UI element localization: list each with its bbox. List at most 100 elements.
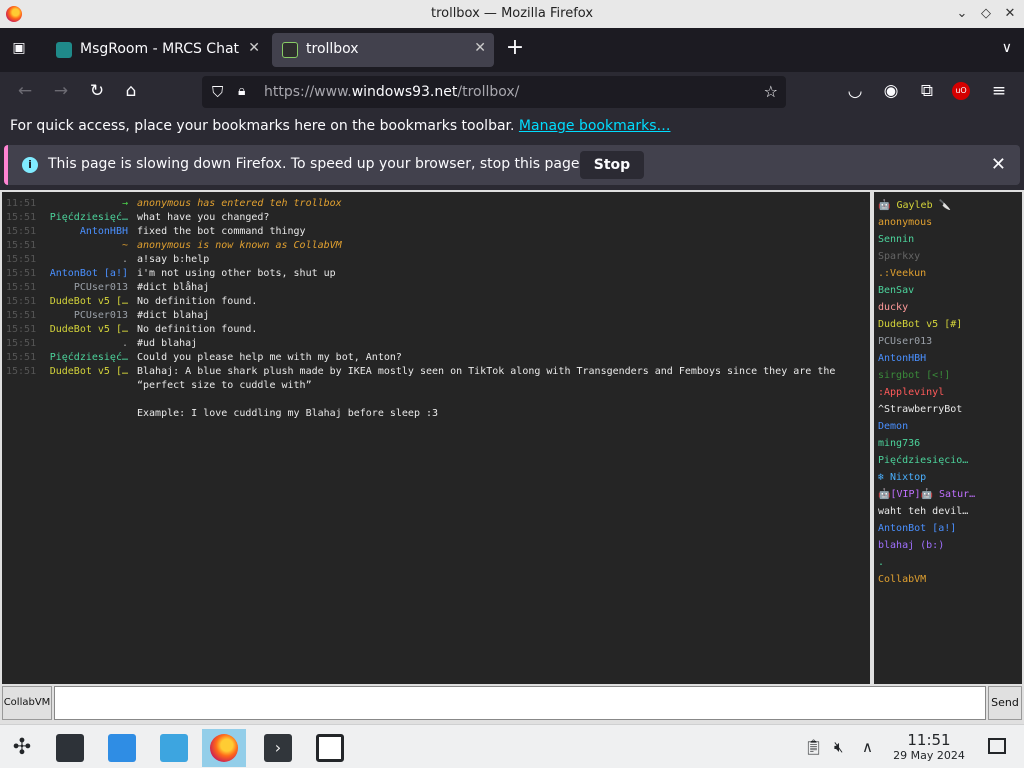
user-list-item[interactable]: waht teh devil… [878, 506, 968, 520]
user-list-item[interactable]: CollabVM [878, 574, 926, 588]
message-time: 15:51 [6, 268, 37, 279]
user-list-item[interactable]: BenSav [878, 285, 914, 299]
chat-log[interactable]: 11:51 → anonymous has entered teh trollbox… [2, 192, 870, 684]
home-icon[interactable]: ⌂ [120, 80, 142, 102]
bookmarks-hint: For quick access, place your bookmarks h… [10, 118, 671, 134]
user-list-item[interactable]: AntonBot [a!] [878, 523, 956, 537]
system-settings-icon[interactable] [48, 729, 92, 767]
message-nick[interactable]: AntonBot [a!] [42, 268, 128, 279]
user-list-item[interactable]: ducky [878, 302, 908, 316]
bookmark-star-icon[interactable]: ☆ [764, 82, 778, 101]
user-list-item[interactable]: 🤖 Gayleb 🔪 [878, 200, 951, 214]
message-nick[interactable]: DudeBot v5 [… [42, 366, 128, 377]
close-tab-icon[interactable]: ✕ [248, 40, 260, 56]
application-launcher-icon[interactable]: ✣ [0, 729, 44, 767]
close-tab-icon[interactable]: ✕ [474, 40, 486, 56]
close-window-icon[interactable]: ✕ [1000, 4, 1020, 24]
close-notification-icon[interactable]: ✕ [991, 154, 1006, 175]
tab-trollbox[interactable]: trollbox ✕ [272, 33, 494, 67]
message-nick[interactable]: ~ [42, 240, 128, 251]
username-button[interactable]: CollabVM [2, 686, 52, 720]
message-text: No definition found. [137, 324, 258, 335]
message-nick[interactable]: PCUser013 [42, 310, 128, 321]
clipboard-icon[interactable]: 📋︎ [804, 738, 823, 756]
user-list-item[interactable]: sirgbot [<!] [878, 370, 950, 384]
back-icon[interactable]: ← [14, 80, 36, 102]
user-list-item[interactable]: Demon [878, 421, 908, 435]
reload-icon[interactable]: ↻ [86, 80, 108, 102]
show-desktop-icon[interactable] [988, 738, 1006, 754]
message-nick[interactable]: Pięćdziesięć… [42, 212, 128, 223]
user-list-item[interactable]: blahaj (b:) [878, 540, 944, 554]
firefox-view-icon[interactable]: ▣ [10, 40, 28, 58]
tab-msgroom[interactable]: MsgRoom - MRCS Chat ✕ [46, 33, 268, 67]
message-time: 11:51 [6, 198, 37, 209]
user-list-item[interactable]: . [878, 557, 884, 571]
message-nick[interactable]: DudeBot v5 [… [42, 296, 128, 307]
user-list-item[interactable]: Sparkxy [878, 251, 920, 265]
message-nick[interactable]: . [42, 338, 128, 349]
clock[interactable]: 11:51 29 May 2024 [886, 731, 972, 762]
message-time: 15:51 [6, 310, 37, 321]
message-nick[interactable]: AntonHBH [42, 226, 128, 237]
user-list-item[interactable]: 🤖[VIP]🤖 Satur… [878, 489, 975, 503]
chat-message: 15:51 DudeBot v5 [… No definition found. [2, 324, 870, 338]
url-bar[interactable]: ⛉ 🔒︎ https://www.windows93.net/trollbox/… [202, 76, 786, 108]
trollbox-favicon-icon [282, 42, 298, 58]
account-icon[interactable]: ◉ [880, 80, 902, 102]
maximize-icon[interactable]: ◇ [976, 4, 996, 24]
user-list-item[interactable]: AntonHBH [878, 353, 926, 367]
show-hidden-tray-icon[interactable]: ∧ [862, 738, 873, 756]
message-nick[interactable]: . [42, 254, 128, 265]
firefox-taskbar-icon[interactable] [202, 729, 246, 767]
user-list-item[interactable]: PCUser013 [878, 336, 932, 350]
message-text: #ud blahaj [137, 338, 198, 349]
url-text[interactable]: https://www.windows93.net/trollbox/ [264, 84, 519, 100]
user-list-item[interactable]: ^StrawberryBot [878, 404, 962, 418]
chat-message: 15:51 AntonHBH fixed the bot command thing… [2, 226, 870, 240]
ublock-origin-icon[interactable]: uO [952, 82, 970, 100]
extensions-icon[interactable]: ⧉ [916, 80, 938, 102]
konsole-icon[interactable]: › [256, 729, 300, 767]
message-nick[interactable]: DudeBot v5 [… [42, 324, 128, 335]
new-tab-icon[interactable]: + [504, 36, 526, 62]
pocket-icon[interactable]: ◡ [844, 80, 866, 102]
chat-message: 15:51. a!say b:help [2, 254, 870, 268]
message-nick[interactable]: → [42, 198, 128, 209]
user-list-item[interactable]: anonymous [878, 217, 932, 231]
lock-icon[interactable]: 🔒︎ [238, 83, 245, 99]
user-list-item[interactable]: ❄ Nixtop [878, 472, 926, 486]
volume-muted-icon[interactable]: 🔇︎ [834, 738, 843, 756]
user-list-item[interactable]: Pięćdziesięcio… [878, 455, 968, 469]
tab-label: MsgRoom - MRCS Chat [80, 41, 240, 57]
message-text: Blahaj: A blue shark plush made by IKEA … [137, 366, 836, 377]
stop-page-button[interactable]: Stop [580, 151, 644, 179]
chat-message: 11:51 → anonymous has entered teh trollbox [2, 198, 870, 212]
send-button[interactable]: Send [988, 686, 1022, 720]
user-list-item[interactable]: .:Veekun [878, 268, 926, 282]
tracking-shield-icon[interactable]: ⛉ [212, 83, 223, 101]
user-list[interactable]: 🤖 Gayleb 🔪 anonymous Sennin Sparkxy .:Veekun… [874, 192, 1022, 684]
user-list-item[interactable]: DudeBot v5 [#] [878, 319, 962, 333]
message-nick[interactable]: PCUser013 [42, 282, 128, 293]
dolphin-files-icon[interactable] [152, 729, 196, 767]
discover-icon[interactable] [100, 729, 144, 767]
window-switcher-icon[interactable] [308, 729, 352, 767]
menu-icon[interactable]: ≡ [988, 80, 1010, 102]
user-list-item[interactable]: :Applevinyl [878, 387, 944, 401]
user-list-item[interactable]: ming736 [878, 438, 920, 452]
user-list-item[interactable]: Sennin [878, 234, 914, 248]
minimize-icon[interactable]: ⌄ [952, 4, 972, 24]
message-time: 15:51 [6, 212, 37, 223]
message-time: 15:51 [6, 282, 37, 293]
message-input[interactable] [54, 686, 986, 720]
slow-page-notification: i This page is slowing down Firefox. To … [4, 145, 1020, 185]
manage-bookmarks-link[interactable]: Manage bookmarks… [519, 118, 671, 134]
list-all-tabs-icon[interactable]: ∨ [1002, 40, 1012, 56]
chat-input-row: CollabVM Send [0, 686, 1024, 722]
info-icon: i [22, 157, 38, 173]
forward-icon[interactable]: → [50, 80, 72, 102]
message-nick[interactable]: Pięćdziesięć… [42, 352, 128, 363]
message-text: a!say b:help [137, 254, 210, 265]
message-time: 15:51 [6, 352, 37, 363]
